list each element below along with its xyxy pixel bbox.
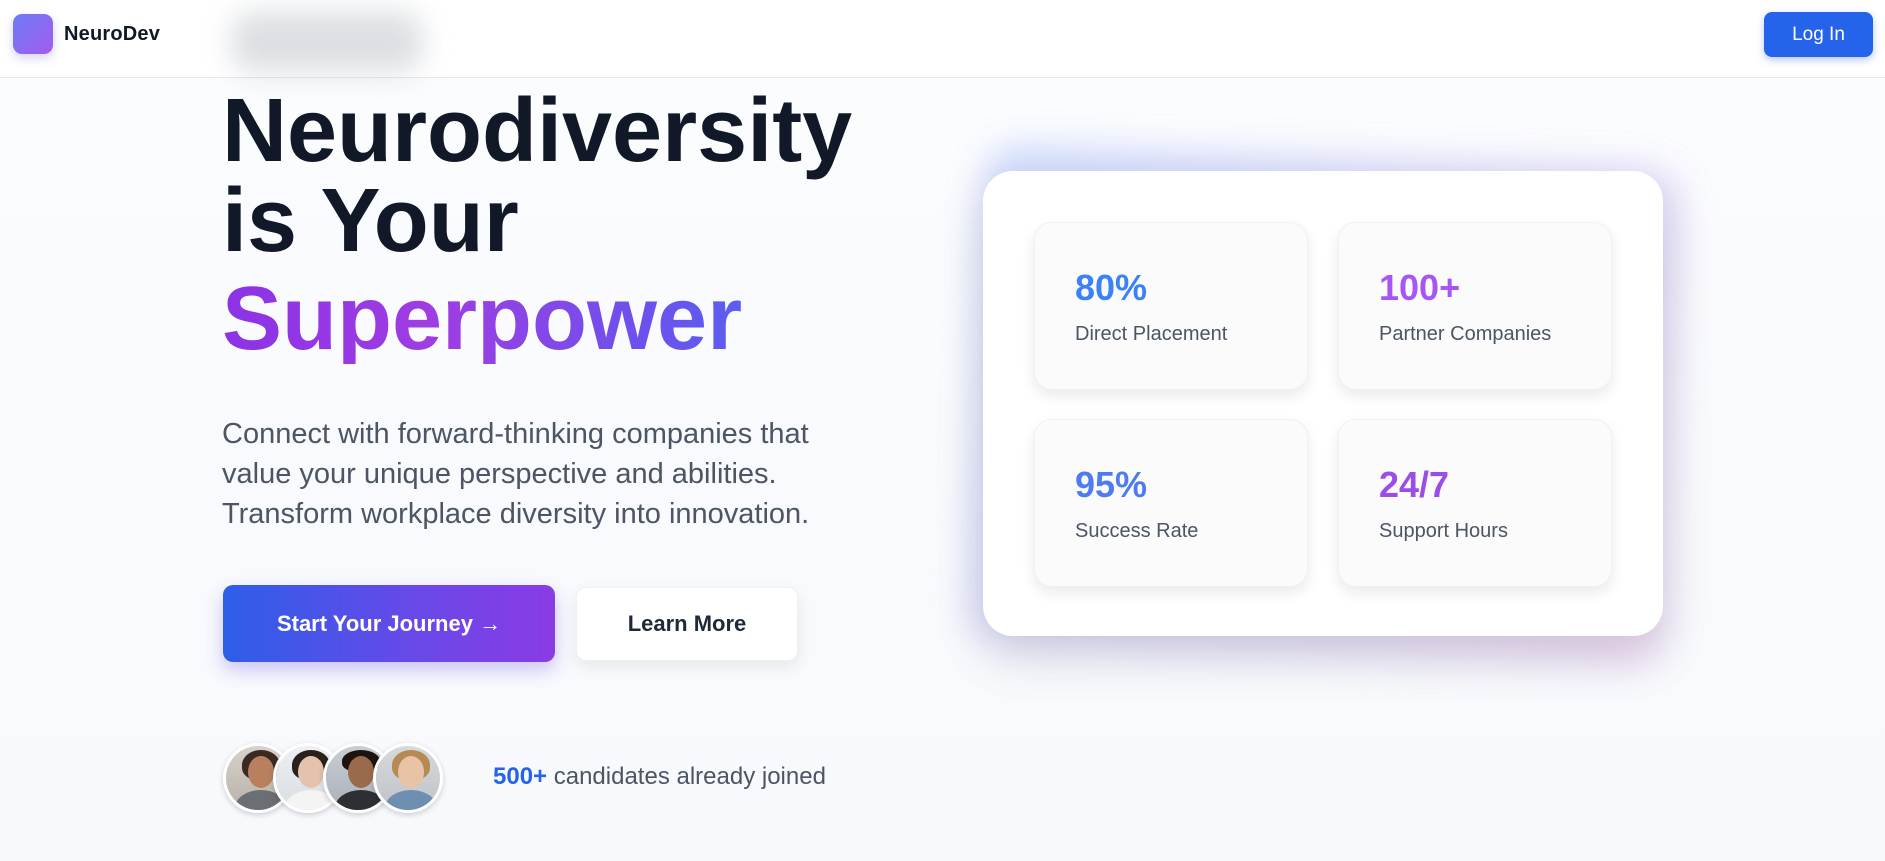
brand[interactable]: NeuroDev — [13, 14, 160, 54]
stat-label: Direct Placement — [1075, 323, 1228, 345]
blurred-overlay — [232, 12, 422, 72]
social-proof-text: 500+ candidates already joined — [493, 763, 826, 791]
hero-headline: Neurodiversity is Your Superpower — [222, 86, 922, 364]
stat-label: Success Rate — [1075, 520, 1199, 542]
stats-card: 80% Direct Placement 100+ Partner Compan… — [983, 171, 1663, 636]
stat-value: 95% — [1075, 464, 1148, 505]
stat-label: Partner Companies — [1379, 323, 1552, 345]
stat-tile: 80% Direct Placement — [1034, 222, 1308, 390]
headline-accent: Superpower — [222, 269, 743, 369]
login-button[interactable]: Log In — [1764, 12, 1873, 57]
hero-subtext: Connect with forward-thinking companies … — [222, 418, 810, 530]
learn-more-button[interactable]: Learn More — [576, 587, 798, 661]
stat-tile: 100+ Partner Companies — [1338, 222, 1612, 390]
avatar-stack — [223, 743, 443, 813]
candidate-count: 500+ — [493, 763, 548, 790]
stat-value: 100+ — [1379, 267, 1461, 308]
avatar — [373, 743, 443, 813]
stat-value: 80% — [1075, 267, 1148, 308]
stat-value: 24/7 — [1379, 464, 1450, 505]
headline-line-2: is Your — [222, 171, 519, 271]
brand-name: NeuroDev — [64, 22, 161, 45]
headline-line-1: Neurodiversity — [222, 81, 853, 181]
social-proof-label: candidates already joined — [547, 763, 826, 790]
stat-tile: 24/7 Support Hours — [1338, 419, 1612, 587]
brand-logo-icon — [13, 14, 53, 54]
start-journey-button[interactable]: Start Your Journey → — [223, 585, 555, 662]
page: NeuroDev Log In Neurodiversity is Your S… — [0, 0, 1885, 861]
stat-label: Support Hours — [1379, 520, 1508, 542]
stat-tile: 95% Success Rate — [1034, 419, 1308, 587]
